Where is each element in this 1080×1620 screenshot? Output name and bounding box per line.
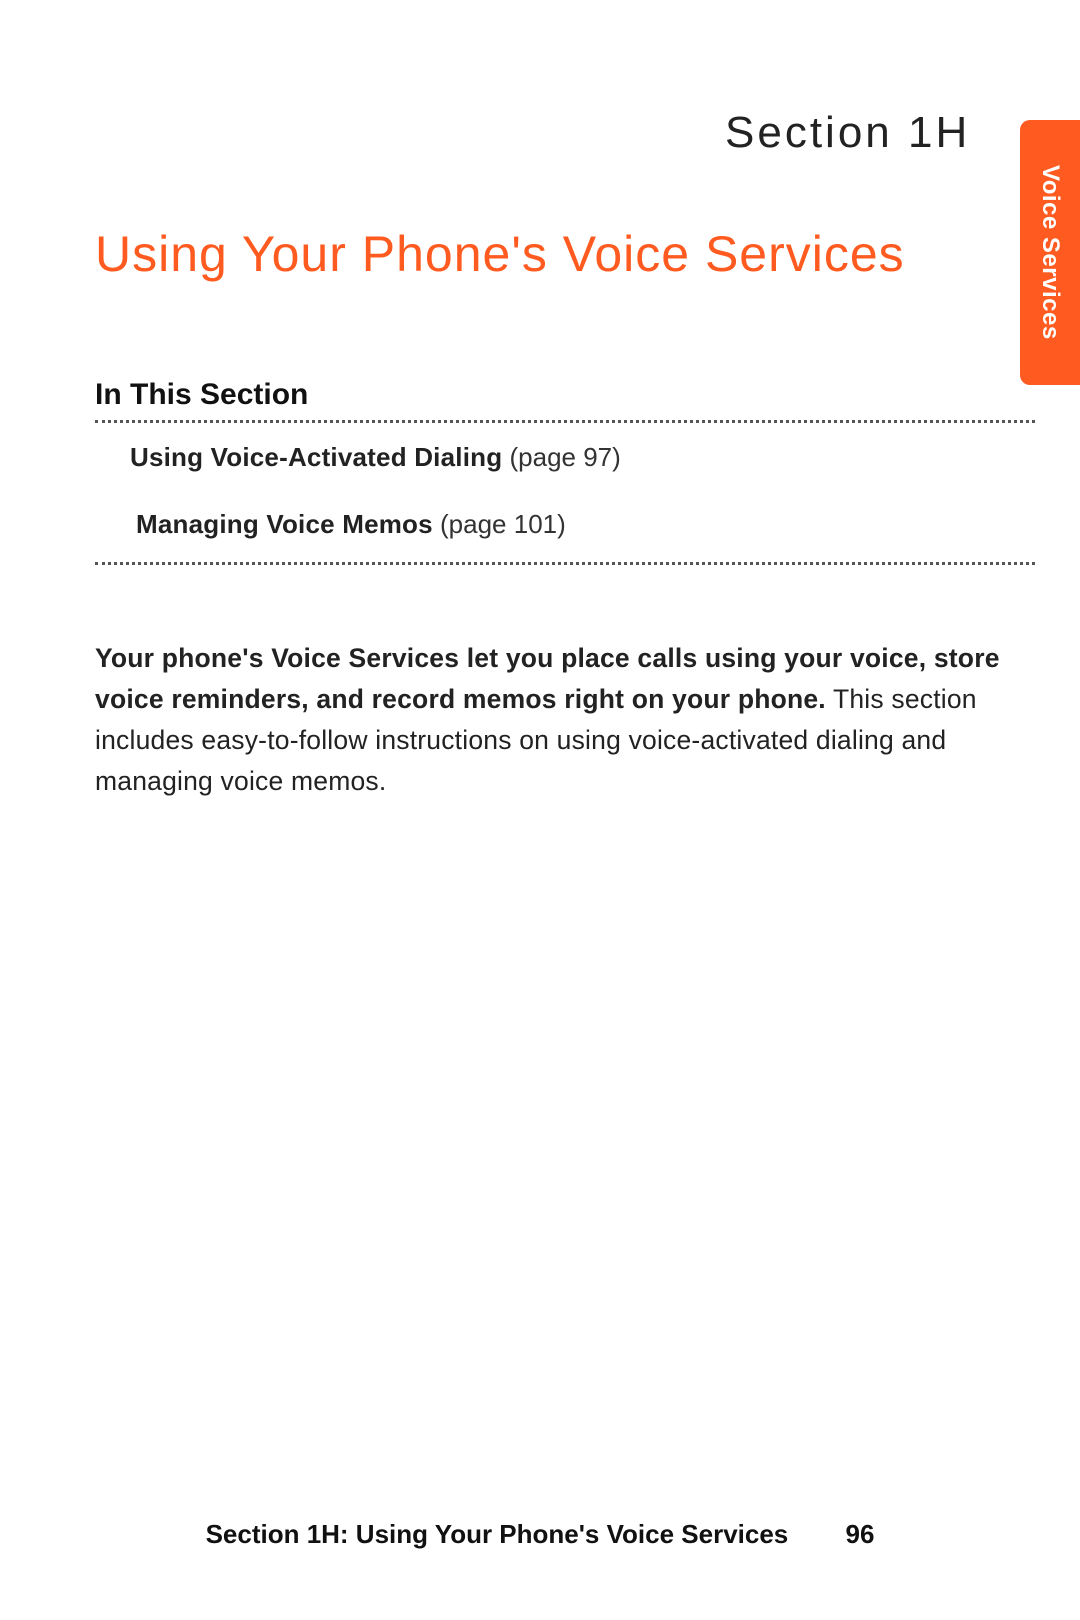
- toc-item-label: Using Voice-Activated Dialing: [130, 442, 502, 472]
- content-area: Section 1H Using Your Phone's Voice Serv…: [95, 0, 1080, 1620]
- toc-item-ref: (page 101): [433, 509, 566, 539]
- toc-item: Using Voice-Activated Dialing (page 97): [130, 438, 621, 477]
- section-label: Section 1H: [725, 108, 970, 158]
- page: Voice Services Section 1H Using Your Pho…: [0, 0, 1080, 1620]
- toc-item: Managing Voice Memos (page 101): [136, 505, 621, 544]
- footer: Section 1H: Using Your Phone's Voice Ser…: [0, 1519, 1080, 1550]
- toc-item-label: Managing Voice Memos: [136, 509, 433, 539]
- footer-text: Section 1H: Using Your Phone's Voice Ser…: [206, 1519, 789, 1549]
- in-this-section-heading: In This Section: [95, 378, 308, 412]
- toc-item-ref: (page 97): [502, 442, 621, 472]
- divider-dotted-top: [95, 420, 1035, 423]
- page-title: Using Your Phone's Voice Services: [95, 225, 905, 283]
- body-paragraph: Your phone's Voice Services let you plac…: [95, 638, 1035, 802]
- divider-dotted-bottom: [95, 562, 1035, 565]
- footer-page-number: 96: [846, 1519, 875, 1549]
- toc-list: Using Voice-Activated Dialing (page 97) …: [130, 438, 621, 572]
